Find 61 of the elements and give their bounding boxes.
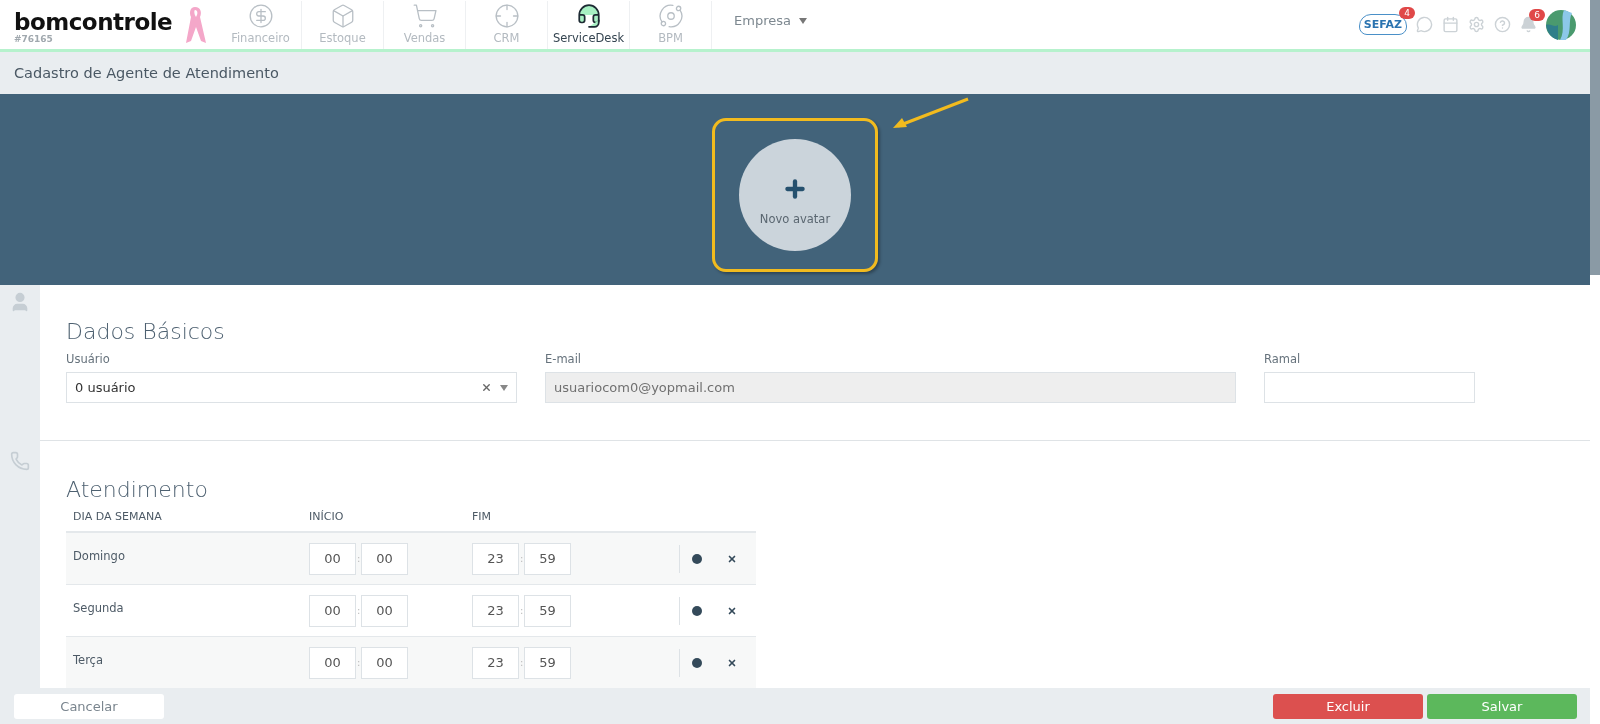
weekday: Domingo [73, 548, 126, 563]
minute-field[interactable]: 00 [361, 594, 408, 627]
field-label: Usuário [66, 352, 111, 366]
remove-icon[interactable] [726, 657, 737, 668]
time-separator: : [520, 657, 523, 668]
bell-icon[interactable] [1520, 16, 1537, 33]
cancel-button[interactable]: Cancelar [14, 693, 164, 719]
hour-field[interactable]: 23 [472, 542, 519, 575]
caret-icon [798, 17, 807, 24]
time-separator: : [357, 553, 360, 564]
target-icon [493, 2, 520, 29]
module-tab[interactable]: ServiceDesk [548, 0, 630, 49]
delete-button[interactable]: Excluir [1273, 693, 1423, 719]
count-badge: 4 [1399, 7, 1415, 19]
dollar-icon [247, 2, 274, 29]
new-avatar-button[interactable]: Novo avatar [739, 138, 851, 251]
orbit-icon [657, 2, 684, 29]
hour-field[interactable]: 23 [472, 594, 519, 627]
weekday: Terça [73, 652, 104, 667]
section-title: Atendimento [66, 477, 209, 502]
account-id: #76165 [14, 33, 54, 44]
clear-icon[interactable] [481, 382, 492, 393]
dot-icon[interactable] [692, 553, 703, 564]
count-badge: 6 [1529, 9, 1545, 21]
column-header: DIA DA SEMANA [73, 510, 163, 523]
logo: bomcontrole [14, 9, 174, 34]
select-field[interactable]: 0 usuário [66, 372, 517, 403]
weekday: Segunda [73, 600, 125, 615]
phone-icon [10, 451, 30, 471]
field-label: Ramal [1264, 352, 1302, 366]
section-title: Dados Básicos [66, 319, 226, 344]
field-label: E-mail [545, 352, 583, 366]
scrollbar[interactable] [1590, 0, 1600, 275]
time-separator: : [357, 657, 360, 668]
company-dropdown[interactable]: Empresa [734, 13, 807, 28]
hour-field[interactable]: 00 [309, 542, 356, 575]
time-separator: : [520, 605, 523, 616]
cart-icon [411, 2, 438, 29]
input-field[interactable] [1264, 372, 1475, 403]
plus-icon [782, 176, 808, 202]
minute-field[interactable]: 59 [524, 542, 571, 575]
minute-field[interactable]: 00 [361, 542, 408, 575]
dot-icon[interactable] [692, 657, 703, 668]
user-avatar[interactable] [1546, 9, 1576, 40]
minute-field[interactable]: 59 [524, 646, 571, 679]
remove-icon[interactable] [726, 553, 737, 564]
column-header: INÍCIO [309, 510, 345, 523]
hour-field[interactable]: 00 [309, 646, 356, 679]
page-title: Cadastro de Agente de Atendimento [14, 65, 279, 81]
remove-icon[interactable] [726, 605, 737, 616]
time-separator: : [357, 605, 360, 616]
headset-icon [575, 2, 602, 29]
column-header: FIM [472, 510, 493, 523]
sefaz-button[interactable]: SEFAZ [1358, 14, 1407, 35]
minute-field[interactable]: 59 [524, 594, 571, 627]
time-separator: : [520, 553, 523, 564]
minute-field[interactable]: 00 [361, 646, 408, 679]
caret-icon[interactable] [500, 384, 508, 391]
hour-field[interactable]: 00 [309, 594, 356, 627]
hour-field[interactable]: 23 [472, 646, 519, 679]
dot-icon[interactable] [692, 605, 703, 616]
